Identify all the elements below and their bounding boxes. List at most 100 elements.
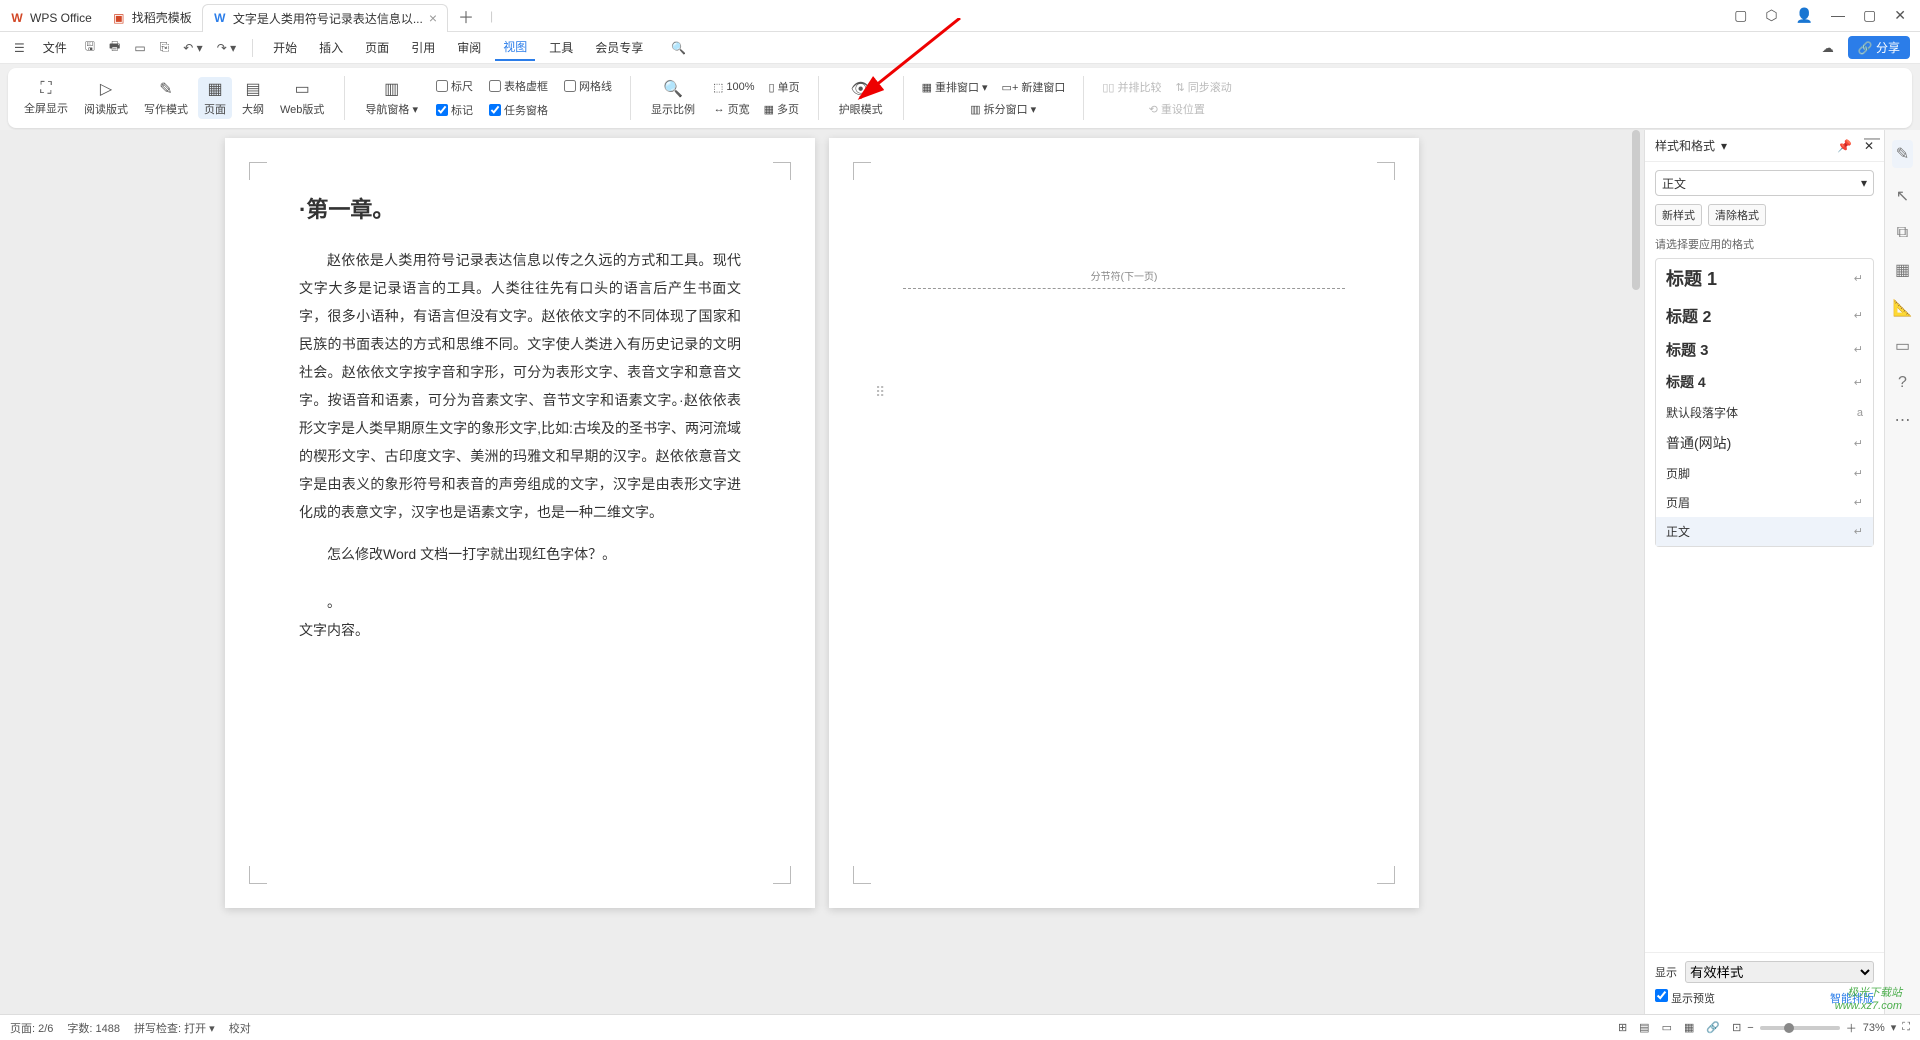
fullscreen-button[interactable]: ⛶全屏显示: [18, 78, 74, 118]
new-style-button[interactable]: 新样式: [1655, 204, 1702, 226]
menu-start[interactable]: 开始: [265, 35, 305, 60]
web-layout-button[interactable]: ▭Web版式: [274, 77, 330, 119]
zoom-100-button[interactable]: ⬚ 100%: [709, 77, 759, 97]
page-1: ·第一章。 赵依依是人类用符号记录表达信息以传之久远的方式和工具。现代文字大多是…: [225, 138, 815, 908]
status-spell[interactable]: 拼写检查: 打开 ▾: [134, 1020, 215, 1036]
status-proof[interactable]: 校对: [229, 1020, 251, 1036]
view-mode-icon[interactable]: 🔗: [1706, 1021, 1720, 1034]
arrange-window-button[interactable]: ▦ 重排窗口 ▾: [918, 77, 992, 97]
expand-icon[interactable]: ⛶: [1902, 1021, 1910, 1034]
style-item[interactable]: 正文↵: [1656, 517, 1873, 546]
collapse-panel-icon[interactable]: —: [1864, 130, 1880, 148]
share-button[interactable]: 🔗 分享: [1848, 36, 1910, 59]
page-layout-button[interactable]: ▦页面: [198, 77, 232, 119]
minimize-button[interactable]: —: [1831, 7, 1845, 24]
save-icon[interactable]: 🖫: [81, 35, 99, 60]
menu-insert[interactable]: 插入: [311, 35, 351, 60]
view-mode-icon[interactable]: ▦: [1684, 1021, 1694, 1034]
single-page-button[interactable]: ▯ 单页: [765, 77, 804, 97]
layout-icon[interactable]: ▢: [1734, 7, 1747, 24]
menu-page[interactable]: 页面: [357, 35, 397, 60]
style-item[interactable]: 标题 4↵: [1656, 366, 1873, 398]
fit-icon[interactable]: ⊡: [1732, 1021, 1741, 1034]
menu-review[interactable]: 审阅: [449, 35, 489, 60]
settings-tool-icon[interactable]: ⧉: [1897, 224, 1908, 242]
tab-template[interactable]: ▣ 找稻壳模板: [102, 4, 202, 32]
markup-checkbox[interactable]: 标记: [432, 100, 477, 120]
taskpane-checkbox[interactable]: 任务窗格: [485, 100, 552, 120]
reading-layout-button[interactable]: ▷阅读版式: [78, 77, 134, 119]
cube-icon[interactable]: ⬡: [1765, 7, 1777, 24]
style-item[interactable]: 默认段落字体a: [1656, 398, 1873, 427]
eye-protect-button[interactable]: 👁护眼模式: [833, 77, 889, 119]
statusbar: 页面: 2/6 字数: 1488 拼写检查: 打开 ▾ 校对 ⊞ ▤ ▭ ▦ 🔗…: [0, 1014, 1920, 1040]
zoom-controls: ⊡ − ＋ 73% ▾ ⛶: [1732, 1020, 1910, 1036]
chevron-down-icon[interactable]: ▾: [1721, 139, 1727, 153]
new-window-button[interactable]: ▭+ 新建窗口: [998, 77, 1070, 97]
tab-document[interactable]: W 文字是人类用符号记录表达信息以... ×: [202, 4, 448, 32]
ruler-checkbox[interactable]: 标尺: [432, 76, 477, 96]
maximize-button[interactable]: ▢: [1863, 7, 1876, 24]
layers-tool-icon[interactable]: ▦: [1895, 260, 1910, 280]
cloud-icon[interactable]: ☁: [1818, 39, 1838, 57]
outline-button[interactable]: ▤大纲: [236, 77, 270, 119]
zoom-value[interactable]: 73%: [1863, 1022, 1885, 1034]
nav-pane-button[interactable]: ▥导航窗格 ▾: [359, 77, 424, 119]
copy-icon[interactable]: ⎘: [156, 38, 174, 57]
tab-wps-office[interactable]: W WPS Office: [0, 4, 102, 32]
search-icon[interactable]: 🔍: [667, 39, 690, 57]
menu-member[interactable]: 会员专享: [587, 35, 651, 60]
close-button[interactable]: ✕: [1894, 7, 1906, 24]
document-canvas[interactable]: ·第一章。 赵依依是人类用符号记录表达信息以传之久远的方式和工具。现代文字大多是…: [0, 130, 1644, 1014]
status-words[interactable]: 字数: 1488: [67, 1020, 120, 1036]
style-item[interactable]: 页眉↵: [1656, 488, 1873, 517]
more-tool-icon[interactable]: ⋯: [1895, 410, 1911, 430]
display-select[interactable]: 有效样式: [1685, 961, 1874, 983]
zoom-out-button[interactable]: −: [1747, 1022, 1753, 1034]
menu-icon[interactable]: ☰: [10, 39, 29, 57]
multi-page-button[interactable]: ▦ 多页: [760, 99, 803, 119]
view-mode-icon[interactable]: ▤: [1639, 1021, 1649, 1034]
redo-icon[interactable]: ↷ ▾: [213, 39, 240, 57]
help-tool-icon[interactable]: ?: [1898, 374, 1907, 392]
style-item[interactable]: 页脚↵: [1656, 459, 1873, 488]
view-mode-icon[interactable]: ▭: [1662, 1021, 1672, 1034]
select-tool-icon[interactable]: ↖: [1896, 186, 1909, 206]
edit-tool-icon[interactable]: ✎: [1892, 140, 1913, 168]
ruler-tool-icon[interactable]: 📐: [1893, 298, 1913, 318]
menubar: ☰ 文件 🖫 🖶 ▭ ⎘ ↶ ▾ ↷ ▾ 开始 插入 页面 引用 审阅 视图 工…: [0, 32, 1920, 64]
vertical-scrollbar[interactable]: [1630, 130, 1642, 1014]
print-icon[interactable]: 🖶: [105, 35, 124, 60]
menu-tools[interactable]: 工具: [541, 35, 581, 60]
status-page[interactable]: 页面: 2/6: [10, 1020, 53, 1036]
split-window-button[interactable]: ▥ 拆分窗口 ▾: [966, 99, 1040, 119]
menu-view[interactable]: 视图: [495, 34, 535, 61]
file-menu[interactable]: 文件: [35, 35, 75, 60]
table-frame-checkbox[interactable]: 表格虚框: [485, 76, 552, 96]
chevron-down-icon[interactable]: ▾: [1891, 1021, 1897, 1034]
close-icon[interactable]: ×: [429, 10, 437, 26]
style-item[interactable]: 普通(网站)↵: [1656, 427, 1873, 459]
current-style-select[interactable]: 正文▾: [1655, 170, 1874, 196]
panel-title: 样式和格式: [1655, 137, 1715, 154]
zoom-in-button[interactable]: ＋: [1846, 1020, 1857, 1036]
style-item[interactable]: 标题 3↵: [1656, 333, 1873, 366]
undo-icon[interactable]: ↶ ▾: [179, 39, 206, 57]
zoom-slider[interactable]: [1760, 1026, 1840, 1030]
preview-icon[interactable]: ▭: [130, 39, 149, 57]
clear-format-button[interactable]: 清除格式: [1708, 204, 1766, 226]
zoom-scale-button[interactable]: 🔍显示比例: [645, 77, 701, 119]
writing-mode-button[interactable]: ✎写作模式: [138, 77, 194, 119]
page-width-button[interactable]: ↔ 页宽: [710, 99, 754, 119]
add-tab-button[interactable]: ＋: [448, 4, 484, 28]
preview-checkbox[interactable]: 显示预览: [1655, 989, 1715, 1006]
style-item[interactable]: 标题 1↵: [1656, 259, 1873, 297]
gridlines-checkbox[interactable]: 网格线: [560, 76, 616, 96]
drag-handle-icon[interactable]: ⠿: [875, 378, 885, 406]
style-item[interactable]: 标题 2↵: [1656, 297, 1873, 333]
menu-ref[interactable]: 引用: [403, 35, 443, 60]
view-mode-icon[interactable]: ⊞: [1618, 1021, 1627, 1034]
pin-icon[interactable]: 📌: [1837, 139, 1852, 153]
book-tool-icon[interactable]: ▭: [1895, 336, 1910, 356]
avatar-icon[interactable]: 👤: [1796, 7, 1813, 24]
